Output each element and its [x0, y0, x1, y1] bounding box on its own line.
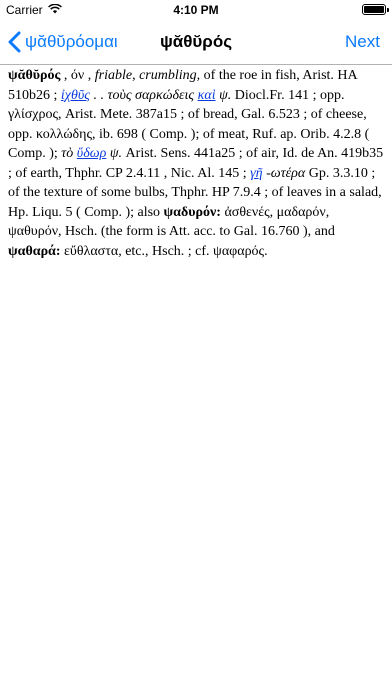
status-time: 4:10 PM [173, 3, 219, 17]
entry-citation: ψ. [215, 87, 232, 103]
back-button[interactable]: ψᾰθῠρόομαι [8, 20, 118, 64]
status-right [362, 4, 389, 15]
status-bar: Carrier 4:10 PM [0, 0, 392, 20]
back-button-label: ψᾰθῠρόομαι [25, 32, 118, 51]
next-button[interactable]: Next [345, 20, 380, 64]
word-link-hydor[interactable]: ὕδωρ [77, 146, 107, 161]
entry-text: ψᾰθῠρός , όν , friable, crumbling, of th… [8, 66, 386, 261]
word-link-ge[interactable]: γῆ [250, 166, 262, 181]
entry-citation: ψ. [106, 146, 123, 161]
entry-text-segment: εὔθλαστα, etc., Hsch. ; cf. ψαφαρός. [60, 243, 268, 259]
entry-definition: friable, crumbling, [94, 68, 201, 83]
dictionary-entry: ψᾰθῠρός , όν , friable, crumbling, of th… [8, 66, 386, 261]
chevron-left-icon [8, 31, 21, 53]
entry-citation: τὸ [61, 146, 77, 161]
entry-text-segment: . . [89, 87, 108, 103]
navigation-bar: ψᾰθῠρόομαι ψᾰθῠρός Next [0, 20, 392, 65]
battery-icon [362, 4, 389, 15]
entry-lemma: ψᾰθῠρός [8, 68, 61, 83]
entry-citation: τοὺς σαρκώδεις [107, 87, 195, 103]
entry-variant-psathara: ψαθαρά: [8, 243, 61, 259]
entry-variant-psadyron: ψαδυρόν: [163, 204, 221, 220]
entry-text-segment: , όν , [60, 68, 95, 83]
word-link-ichthys[interactable]: ἰχθῦς [61, 88, 90, 103]
entry-citation: -ωτέρα [262, 165, 306, 181]
battery-level [364, 6, 384, 13]
word-link-kai[interactable]: καὶ [198, 88, 216, 103]
